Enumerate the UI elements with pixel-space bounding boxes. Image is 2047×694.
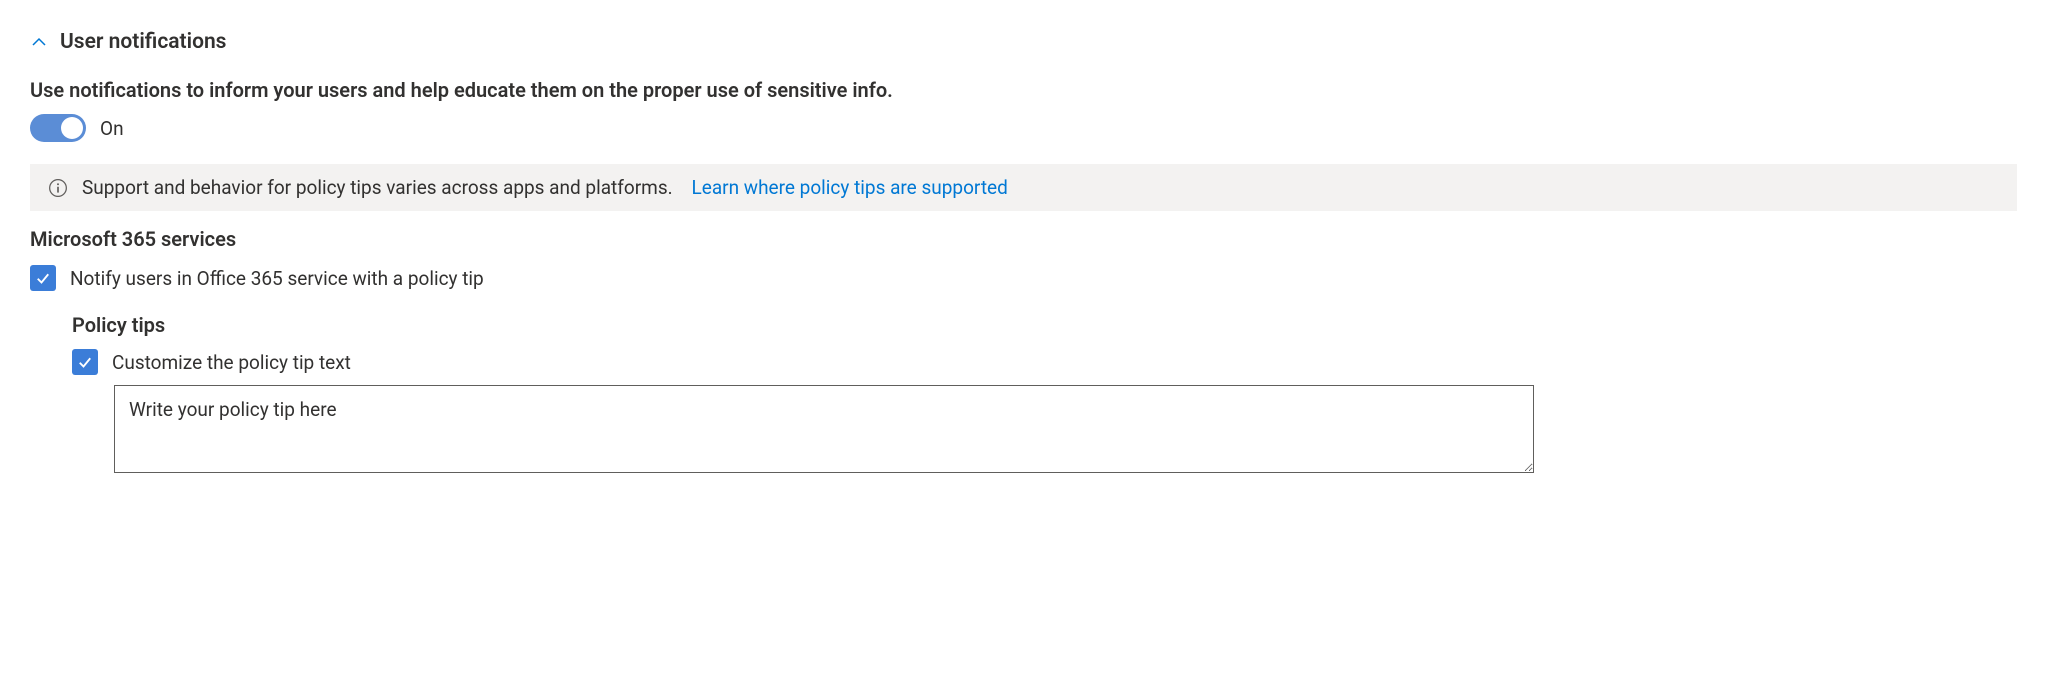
- toggle-knob: [61, 117, 83, 139]
- customize-policy-tip-label: Customize the policy tip text: [112, 351, 351, 374]
- notify-checkbox-row: Notify users in Office 365 service with …: [30, 265, 2017, 291]
- policy-tip-textarea-wrap: [114, 385, 2017, 478]
- section-title: User notifications: [60, 30, 226, 54]
- info-banner: Support and behavior for policy tips var…: [30, 164, 2017, 211]
- info-icon: [48, 178, 68, 198]
- section-header[interactable]: User notifications: [30, 30, 2017, 54]
- notify-users-checkbox[interactable]: [30, 265, 56, 291]
- policy-tips-section: Policy tips Customize the policy tip tex…: [72, 313, 2017, 478]
- toggle-state-label: On: [100, 117, 124, 140]
- customize-policy-tip-checkbox[interactable]: [72, 349, 98, 375]
- toggle-row: On: [30, 114, 2017, 142]
- policy-tips-title: Policy tips: [72, 313, 2017, 337]
- customize-checkbox-row: Customize the policy tip text: [72, 349, 2017, 375]
- notifications-toggle[interactable]: [30, 114, 86, 142]
- info-banner-content: Support and behavior for policy tips var…: [82, 176, 1008, 199]
- subsection-title: Microsoft 365 services: [30, 227, 2017, 251]
- policy-tip-textarea[interactable]: [114, 385, 1534, 473]
- chevron-up-icon: [30, 33, 48, 51]
- section-description: Use notifications to inform your users a…: [30, 78, 2017, 102]
- info-banner-link[interactable]: Learn where policy tips are supported: [692, 176, 1008, 199]
- notify-users-label: Notify users in Office 365 service with …: [70, 267, 484, 290]
- info-banner-text: Support and behavior for policy tips var…: [82, 176, 673, 199]
